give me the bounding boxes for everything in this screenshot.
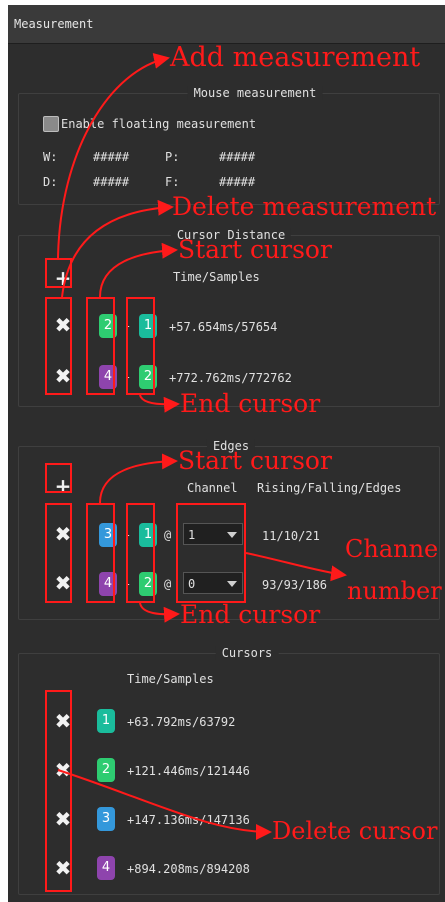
edge-start-cursor-highlight [86,503,115,603]
delete-buttons-highlight [45,297,72,395]
annotation-channel-line2: number [347,577,442,605]
cursors-header: Time/Samples [127,672,214,686]
delete-cursors-highlight [45,690,72,892]
at-sign: @ [164,528,172,542]
at-sign: @ [164,577,172,591]
cursor-value: +894.208ms/894208 [127,862,250,876]
cursors-title: Cursors [215,646,279,660]
cursor-value: +147.136ms/147136 [127,813,250,827]
distance-value: +57.654ms/57654 [169,320,278,334]
window-title: Measurement [14,17,94,31]
annotation-end-cursor-2: End cursor [180,600,321,629]
edge-counts: 11/10/21 [262,529,320,543]
cursor-value: +63.792ms/63792 [127,715,236,729]
cursor-badge[interactable]: 3 [97,807,115,831]
d-label: D: [43,175,58,189]
enable-floating-checkbox[interactable] [43,116,59,132]
rising-falling-edges-header: Rising/Falling/Edges [257,481,402,495]
end-cursor-highlight [126,297,155,395]
cursor-distance-header: Time/Samples [173,270,260,284]
mouse-measurement-title: Mouse measurement [187,86,323,100]
edge-counts: 93/93/186 [262,578,328,592]
distance-value: +772.762ms/772762 [169,371,292,385]
edge-end-cursor-highlight [126,503,155,603]
annotation-delete-measurement: Delete measurement [172,192,437,221]
f-label: F: [165,175,180,189]
cursor-badge[interactable]: 2 [97,758,115,782]
cursors-group: Cursors Time/Samples ✖ 1 +63.792ms/63792… [18,646,440,895]
cursor-badge[interactable]: 4 [97,856,115,880]
enable-floating-label: Enable floating measurement [61,117,257,131]
p-value: ##### [219,150,256,164]
mouse-measurement-group: Mouse measurement Enable floating measur… [18,86,440,205]
add-measurement-highlight [45,258,72,288]
start-cursor-highlight [86,297,115,395]
cursor-value: +121.446ms/121446 [127,764,250,778]
annotation-start-cursor: Start cursor [178,235,332,264]
w-label: W: [43,150,58,164]
annotation-delete-cursor: Delete cursor [272,817,438,845]
add-edge-highlight [45,463,72,493]
annotation-end-cursor: End cursor [180,389,321,418]
cursor-badge[interactable]: 1 [97,709,115,733]
d-value: ##### [93,175,130,189]
annotation-channel-line1: Channe [345,535,439,563]
w-value: ##### [93,150,130,164]
f-value: ##### [219,175,256,189]
p-label: P: [165,150,180,164]
title-bar: Measurement [8,5,445,44]
delete-edges-highlight [45,503,72,603]
channel-highlight [176,503,246,603]
annotation-start-cursor-2: Start cursor [178,446,332,475]
annotation-add-measurement: Add measurement [170,42,421,73]
channel-header: Channel [187,481,238,495]
